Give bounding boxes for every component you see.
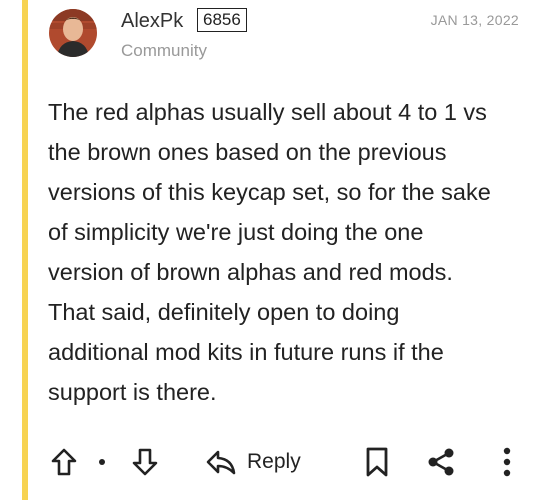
post-accent-bar	[22, 0, 28, 500]
upvote-button[interactable]	[50, 440, 78, 484]
share-button[interactable]	[426, 440, 456, 484]
more-vertical-icon	[503, 447, 511, 477]
bookmark-button[interactable]	[364, 440, 390, 484]
share-icon	[428, 448, 454, 476]
avatar-photo-icon	[49, 9, 97, 57]
downvote-button[interactable]	[131, 440, 159, 484]
author-username[interactable]: AlexPk	[121, 10, 183, 33]
post-date: JAN 13, 2022	[430, 12, 519, 28]
user-badge: 6856	[197, 8, 247, 32]
avatar[interactable]	[49, 9, 97, 57]
reply-label: Reply	[247, 450, 301, 473]
post-actions-bar: Reply	[0, 440, 533, 484]
reply-arrow-icon	[206, 450, 236, 475]
upvote-arrow-icon	[51, 448, 77, 476]
user-group: Community	[121, 41, 207, 60]
post-body: The red alphas usually sell about 4 to 1…	[48, 99, 491, 405]
reply-button[interactable]: Reply	[205, 440, 301, 484]
bookmark-icon	[366, 447, 388, 477]
vote-separator-dot	[99, 459, 105, 465]
downvote-arrow-icon	[132, 448, 158, 476]
more-options-button[interactable]	[500, 440, 514, 484]
